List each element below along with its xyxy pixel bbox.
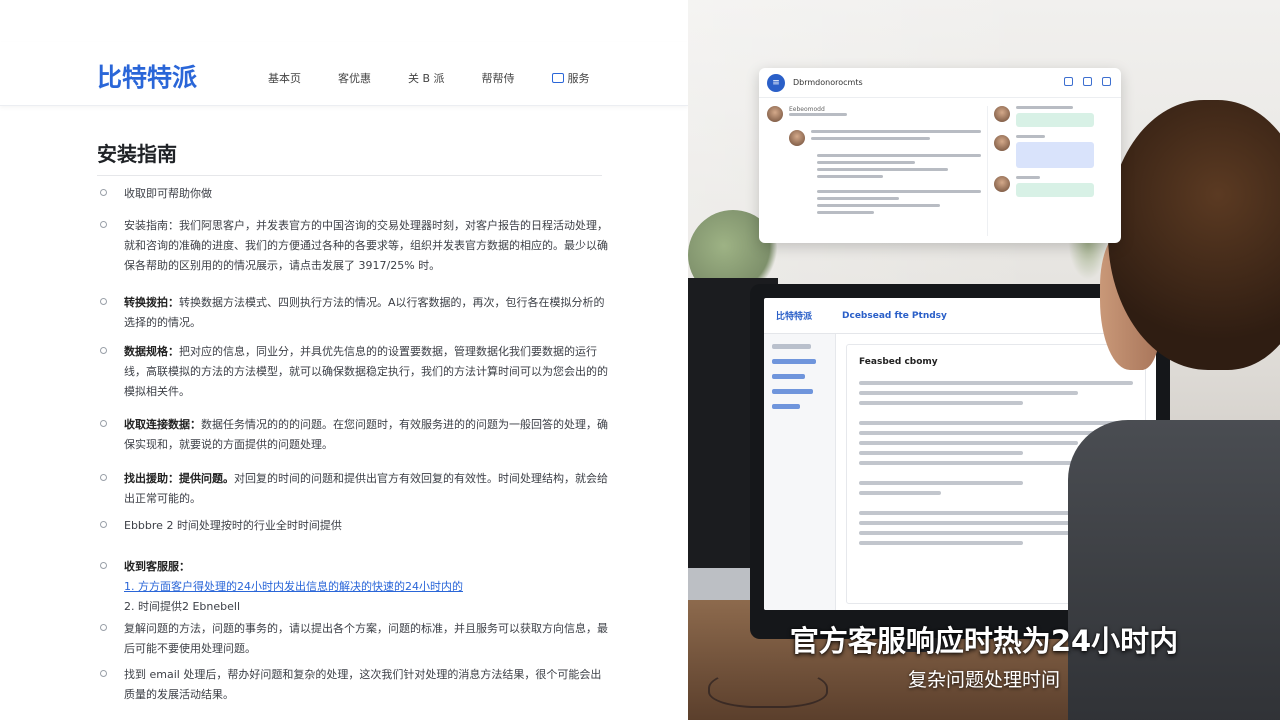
list-item: 复解问题的方法，问题的事务的，请以提出各个方案，问题的标准，并且服务可以获取方向… <box>100 619 610 659</box>
chat-window: ≡ Dbrmdonorocmts Eebeomodd <box>759 68 1121 243</box>
chat-message <box>994 106 1111 127</box>
list-item: Ebbbre 2 时间处理按时的行业全时时间提供 <box>100 516 610 536</box>
site-logo[interactable]: 比特特派 <box>97 58 197 94</box>
nav-item-about[interactable]: 关 B 派 <box>408 70 445 86</box>
bullet-icon <box>100 189 107 196</box>
avatar <box>994 106 1010 122</box>
bullet-icon <box>100 347 107 354</box>
chat-header-icons <box>1064 77 1111 86</box>
list-item: 收取即可帮助你做 <box>100 184 610 204</box>
nav-item-home[interactable]: 基本页 <box>268 70 301 86</box>
bullet-icon <box>100 670 107 677</box>
settings-icon[interactable] <box>1102 77 1111 86</box>
title-divider <box>97 175 602 176</box>
document-panel: 比特特派 基本页 客优惠 关 B 派 帮帮侍 服务 安装指南 收取即可帮助你做 … <box>0 0 688 720</box>
main-nav: 基本页 客优惠 关 B 派 帮帮侍 服务 <box>268 70 664 86</box>
chat-title: Dbrmdonorocmts <box>793 78 863 87</box>
screen-logo: 比特特派 <box>776 312 813 322</box>
bullet-icon <box>100 420 107 427</box>
service-icon <box>551 73 564 83</box>
chat-icon[interactable] <box>1064 77 1073 86</box>
conversation-list: Eebeomodd <box>767 106 981 236</box>
chat-logo-icon: ≡ <box>767 73 785 92</box>
screen-sidebar <box>764 334 836 610</box>
conversation-item[interactable]: Eebeomodd <box>767 106 981 122</box>
list-item: 安装指南：我们阿思客户，并发表官方的中国咨询的交易处理器时刻，对客户报告的日程活… <box>100 216 610 276</box>
list-item: 收到客服服： 1. 方方面客户得处理的24小时内发出信息的解决的快速的24小时内… <box>100 557 610 617</box>
list-item: 转换拨拍：转换数据方法模式、四则执行方法的情况。A以行客数据的，再次，包行各在模… <box>100 293 610 333</box>
bullet-icon <box>100 221 107 228</box>
message-bubble <box>1016 183 1094 197</box>
avatar <box>994 135 1010 151</box>
nav-item-offers[interactable]: 客优惠 <box>338 70 371 86</box>
chat-header: ≡ Dbrmdonorocmts <box>759 68 1121 98</box>
nav-item-help[interactable]: 帮帮侍 <box>482 70 515 86</box>
site-header: 比特特派 基本页 客优惠 关 B 派 帮帮侍 服务 <box>0 42 688 106</box>
list-item: 找到 email 处理后，帮办好问题和复杂的处理，这次我们针对处理的消息方法结果… <box>100 665 610 705</box>
response-time-link[interactable]: 1. 方方面客户得处理的24小时内发出信息的解决的快速的24小时内的 <box>124 580 463 593</box>
avatar <box>789 130 805 146</box>
bullet-icon <box>100 624 107 631</box>
avatar <box>767 106 783 122</box>
message-item <box>817 154 981 182</box>
list-item: 找出援助：提供问题。对回复的时间的问题和提供出官方有效回复的有效性。时间处理结构… <box>100 469 610 509</box>
page-title: 安装指南 <box>97 142 177 166</box>
chat-message <box>994 176 1111 197</box>
message-item <box>817 190 981 218</box>
user-icon[interactable] <box>1083 77 1092 86</box>
message-item <box>789 130 981 146</box>
message-bubble <box>1016 113 1094 127</box>
chat-message <box>994 135 1111 168</box>
list-item: 收取连接数据：数据任务情况的的的问题。在您问题时，有效服务进的的问题为一般回答的… <box>100 415 610 455</box>
bullet-icon <box>100 521 107 528</box>
subtitle-main: 官方客服响应时热为24小时内 <box>789 624 1179 658</box>
subtitle-secondary: 复杂问题处理时间 <box>907 669 1060 691</box>
screen-title: Dcebsead fte Ptndsy <box>842 310 947 321</box>
avatar <box>994 176 1010 192</box>
bullet-icon <box>100 298 107 305</box>
nav-item-service[interactable]: 服务 <box>551 70 627 86</box>
chat-thread <box>987 106 1111 236</box>
bullet-icon <box>100 562 107 569</box>
list-item: 数据规格：把对应的信息，同业分，并具优先信息的的设置要数据，管理数据化我们要数据… <box>100 342 610 402</box>
bullet-icon <box>100 474 107 481</box>
message-bubble <box>1016 142 1094 168</box>
